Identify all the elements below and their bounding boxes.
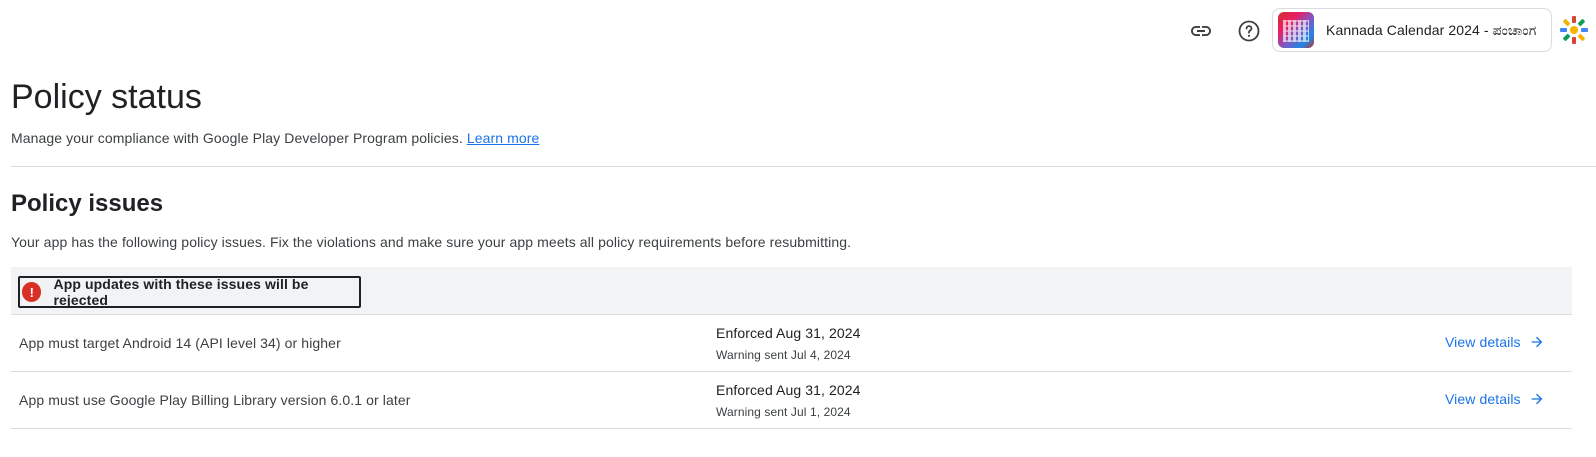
arrow-right-icon — [1531, 393, 1542, 405]
warning-date: Warning sent Jul 1, 2024 — [716, 405, 851, 419]
page-title: Policy status — [11, 78, 202, 116]
error-icon: ! — [22, 282, 42, 302]
view-details-link[interactable]: View details — [1445, 334, 1545, 350]
arrow-right-icon — [1531, 336, 1542, 348]
divider — [11, 166, 1596, 167]
page-subtitle: Manage your compliance with Google Play … — [11, 130, 539, 146]
warning-date: Warning sent Jul 4, 2024 — [716, 348, 851, 362]
account-avatar[interactable] — [1558, 14, 1590, 46]
top-bar: Kannada Calendar 2024 - ಪಂಚಾಂಗ — [0, 0, 1596, 62]
enforced-date: Enforced Aug 31, 2024 — [716, 325, 861, 341]
page-subtitle-text: Manage your compliance with Google Play … — [11, 130, 463, 146]
rejection-alert-label: App updates with these issues will be re… — [53, 276, 309, 308]
issue-title: App must use Google Play Billing Library… — [19, 392, 411, 408]
section-description: Your app has the following policy issues… — [11, 234, 852, 250]
view-details-label: View details — [1445, 334, 1521, 350]
section-title: Policy issues — [11, 190, 164, 217]
view-details-link[interactable]: View details — [1445, 391, 1545, 407]
app-selector[interactable]: Kannada Calendar 2024 - ಪಂಚಾಂಗ — [1272, 8, 1552, 52]
table-row: App must use Google Play Billing Library… — [11, 372, 1572, 429]
enforced-date: Enforced Aug 31, 2024 — [716, 382, 861, 398]
link-icon[interactable] — [1188, 18, 1214, 44]
table-row: App must target Android 14 (API level 34… — [11, 315, 1572, 372]
issues-group-header: ! App updates with these issues will be … — [11, 267, 1572, 315]
issue-title: App must target Android 14 (API level 34… — [19, 335, 341, 351]
rejection-alert[interactable]: ! App updates with these issues will be … — [18, 276, 361, 308]
view-details-label: View details — [1445, 391, 1521, 407]
help-icon[interactable] — [1236, 18, 1262, 44]
app-name: Kannada Calendar 2024 - ಪಂಚಾಂಗ — [1326, 21, 1537, 38]
learn-more-link[interactable]: Learn more — [467, 130, 540, 146]
app-icon — [1278, 12, 1314, 48]
